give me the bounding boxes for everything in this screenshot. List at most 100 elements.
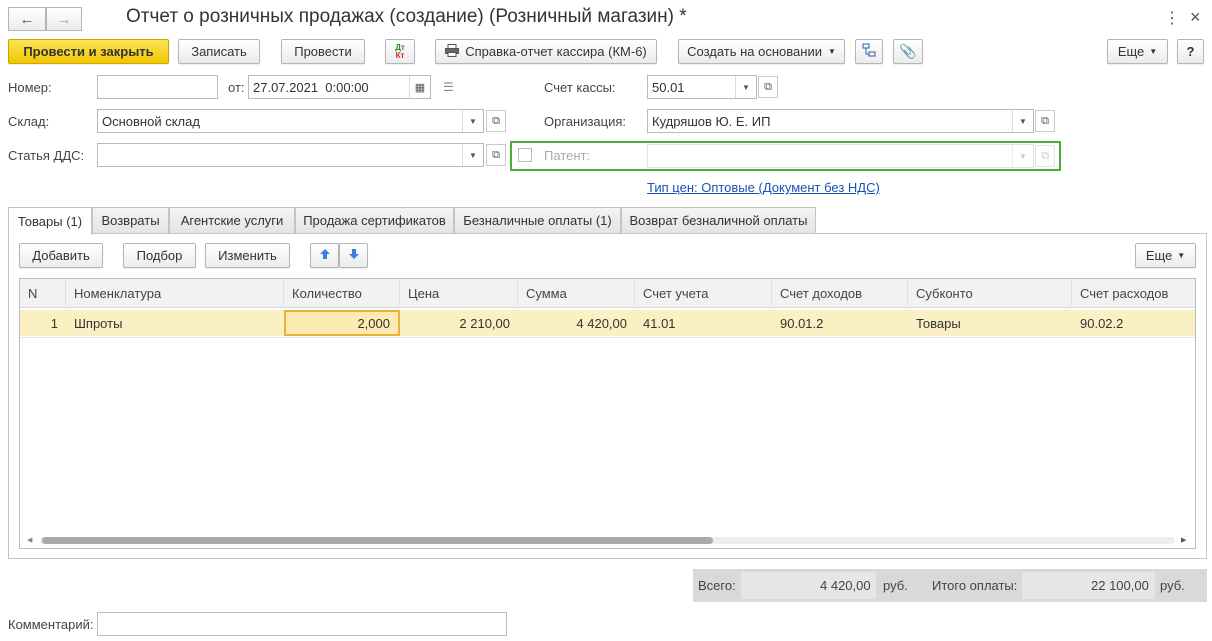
col-header-nomenclature[interactable]: Номенклатура xyxy=(66,280,284,306)
move-up-button[interactable] xyxy=(310,243,339,268)
col-header-sum[interactable]: Сумма xyxy=(518,280,635,306)
add-button[interactable]: Добавить xyxy=(19,243,103,268)
dropdown-icon[interactable]: ▼ xyxy=(462,110,483,132)
kt-icon: Кт xyxy=(395,50,405,60)
patent-field: ▼ xyxy=(647,144,1034,168)
print-report-label: Справка-отчет кассира (КМ-6) xyxy=(465,44,647,59)
warehouse-value: Основной склад xyxy=(102,113,200,129)
tab-cashless-refund[interactable]: Возврат безналичной оплаты xyxy=(621,207,816,233)
arrow-down-icon xyxy=(348,248,360,263)
cell-nomenclature[interactable]: Шпроты xyxy=(66,310,284,336)
open-icon: ⧉ xyxy=(1035,145,1055,167)
kebab-menu-icon[interactable]: ⋮ xyxy=(1164,8,1180,28)
attach-button[interactable]: 📎 xyxy=(893,39,923,64)
open-icon[interactable]: ⧉ xyxy=(758,76,778,98)
col-header-n[interactable]: N xyxy=(20,280,66,306)
arrow-up-icon xyxy=(319,248,331,263)
cash-account-value: 50.01 xyxy=(652,79,685,95)
warehouse-label: Склад: xyxy=(8,114,50,129)
close-icon[interactable]: × xyxy=(1190,7,1201,28)
price-type-link[interactable]: Тип цен: Оптовые (Документ без НДС) xyxy=(647,180,880,195)
patent-label: Патент: xyxy=(544,148,591,163)
date-value: 27.07.2021 0:00:00 xyxy=(253,79,369,95)
printer-icon xyxy=(445,43,460,60)
more-label: Еще xyxy=(1145,248,1173,263)
save-button[interactable]: Записать xyxy=(178,39,260,64)
tab-goods[interactable]: Товары (1) xyxy=(8,207,92,235)
cell-n: 1 xyxy=(50,315,58,331)
back-button[interactable]: ← xyxy=(8,7,46,31)
move-down-button[interactable] xyxy=(339,243,368,268)
cash-account-label: Счет кассы: xyxy=(544,80,616,95)
cell-income-account[interactable]: 90.01.2 xyxy=(772,310,908,336)
open-icon[interactable]: ⧉ xyxy=(486,110,506,132)
print-report-button[interactable]: Справка-отчет кассира (КМ-6) xyxy=(435,39,657,64)
dropdown-icon[interactable]: ▼ xyxy=(1012,110,1033,132)
more-button[interactable]: Еще ▼ xyxy=(1107,39,1168,64)
col-header-quantity[interactable]: Количество xyxy=(284,280,400,306)
cell-quantity[interactable]: 2,000 xyxy=(284,310,400,336)
cash-account-field[interactable]: 50.01 ▼ xyxy=(647,75,757,99)
dds-field[interactable]: ▼ xyxy=(97,143,484,167)
col-header-account[interactable]: Счет учета xyxy=(635,280,772,306)
number-field[interactable] xyxy=(97,75,218,99)
calendar-icon[interactable]: ▦ xyxy=(409,76,430,98)
window-title: Отчет о розничных продажах (создание) (Р… xyxy=(126,6,687,27)
create-based-label: Создать на основании xyxy=(687,44,822,59)
post-button[interactable]: Провести xyxy=(281,39,365,64)
date-label: от: xyxy=(228,80,245,95)
paperclip-icon: 📎 xyxy=(899,43,917,59)
paid-label: Итого оплаты: xyxy=(932,578,1018,593)
total-value: 4 420,00 xyxy=(820,578,871,593)
more-label: Еще xyxy=(1117,44,1145,59)
change-button[interactable]: Изменить xyxy=(205,243,290,268)
scroll-right-icon[interactable]: ▶ xyxy=(1181,536,1186,544)
open-icon[interactable]: ⧉ xyxy=(486,144,506,166)
arrow-right-icon: → xyxy=(56,10,72,28)
hierarchy-icon xyxy=(862,43,876,60)
cell-sum[interactable]: 4 420,00 xyxy=(518,310,635,336)
comment-label: Комментарий: xyxy=(8,617,94,632)
row-divider xyxy=(20,337,1195,338)
structure-button[interactable] xyxy=(855,39,883,64)
open-icon[interactable]: ⧉ xyxy=(1035,110,1055,132)
patent-checkbox[interactable] xyxy=(518,148,532,162)
warehouse-field[interactable]: Основной склад ▼ xyxy=(97,109,484,133)
arrow-left-icon: ← xyxy=(19,10,35,28)
cell-account[interactable]: 41.01 xyxy=(635,310,772,336)
comment-field[interactable] xyxy=(97,612,507,636)
pick-button[interactable]: Подбор xyxy=(123,243,196,268)
col-header-income-account[interactable]: Счет доходов xyxy=(772,280,908,306)
tab-certificate-sales[interactable]: Продажа сертификатов xyxy=(295,207,454,233)
dropdown-icon[interactable]: ▼ xyxy=(462,144,483,166)
organization-field[interactable]: Кудряшов Ю. Е. ИП ▼ xyxy=(647,109,1034,133)
tab-agent-services[interactable]: Агентские услуги xyxy=(169,207,295,233)
dropdown-icon: ▼ xyxy=(1177,251,1186,260)
cell-expense-account[interactable]: 90.02.2 xyxy=(1072,310,1195,336)
dropdown-icon: ▼ xyxy=(1149,47,1158,56)
col-header-expense-account[interactable]: Счет расходов xyxy=(1072,280,1195,306)
table-more-button[interactable]: Еще ▼ xyxy=(1135,243,1196,268)
dt-kt-button[interactable]: Дт Кт xyxy=(385,39,415,64)
cell-price[interactable]: 2 210,00 xyxy=(400,310,518,336)
paid-value: 22 100,00 xyxy=(1091,578,1149,593)
post-and-close-button[interactable]: Провести и закрыть xyxy=(8,39,169,64)
horizontal-scrollbar-thumb[interactable] xyxy=(42,537,713,544)
dds-label: Статья ДДС: xyxy=(8,148,85,163)
forward-button[interactable]: → xyxy=(46,7,82,31)
history-icon[interactable]: ☰ xyxy=(443,80,454,94)
tab-returns[interactable]: Возвраты xyxy=(92,207,169,233)
help-button[interactable]: ? xyxy=(1177,39,1204,64)
cell-subconto[interactable]: Товары xyxy=(908,310,1072,336)
organization-value: Кудряшов Ю. Е. ИП xyxy=(652,113,771,129)
dropdown-icon[interactable]: ▼ xyxy=(735,76,756,98)
total-label: Всего: xyxy=(698,578,736,593)
col-header-subconto[interactable]: Субконто xyxy=(908,280,1072,306)
col-header-price[interactable]: Цена xyxy=(400,280,518,306)
scroll-left-icon[interactable]: ◀ xyxy=(27,536,32,544)
number-label: Номер: xyxy=(8,80,52,95)
tab-cashless-payments[interactable]: Безналичные оплаты (1) xyxy=(454,207,621,233)
create-based-button[interactable]: Создать на основании ▼ xyxy=(678,39,845,64)
date-field[interactable]: 27.07.2021 0:00:00 ▦ xyxy=(248,75,431,99)
dropdown-icon: ▼ xyxy=(827,47,836,56)
